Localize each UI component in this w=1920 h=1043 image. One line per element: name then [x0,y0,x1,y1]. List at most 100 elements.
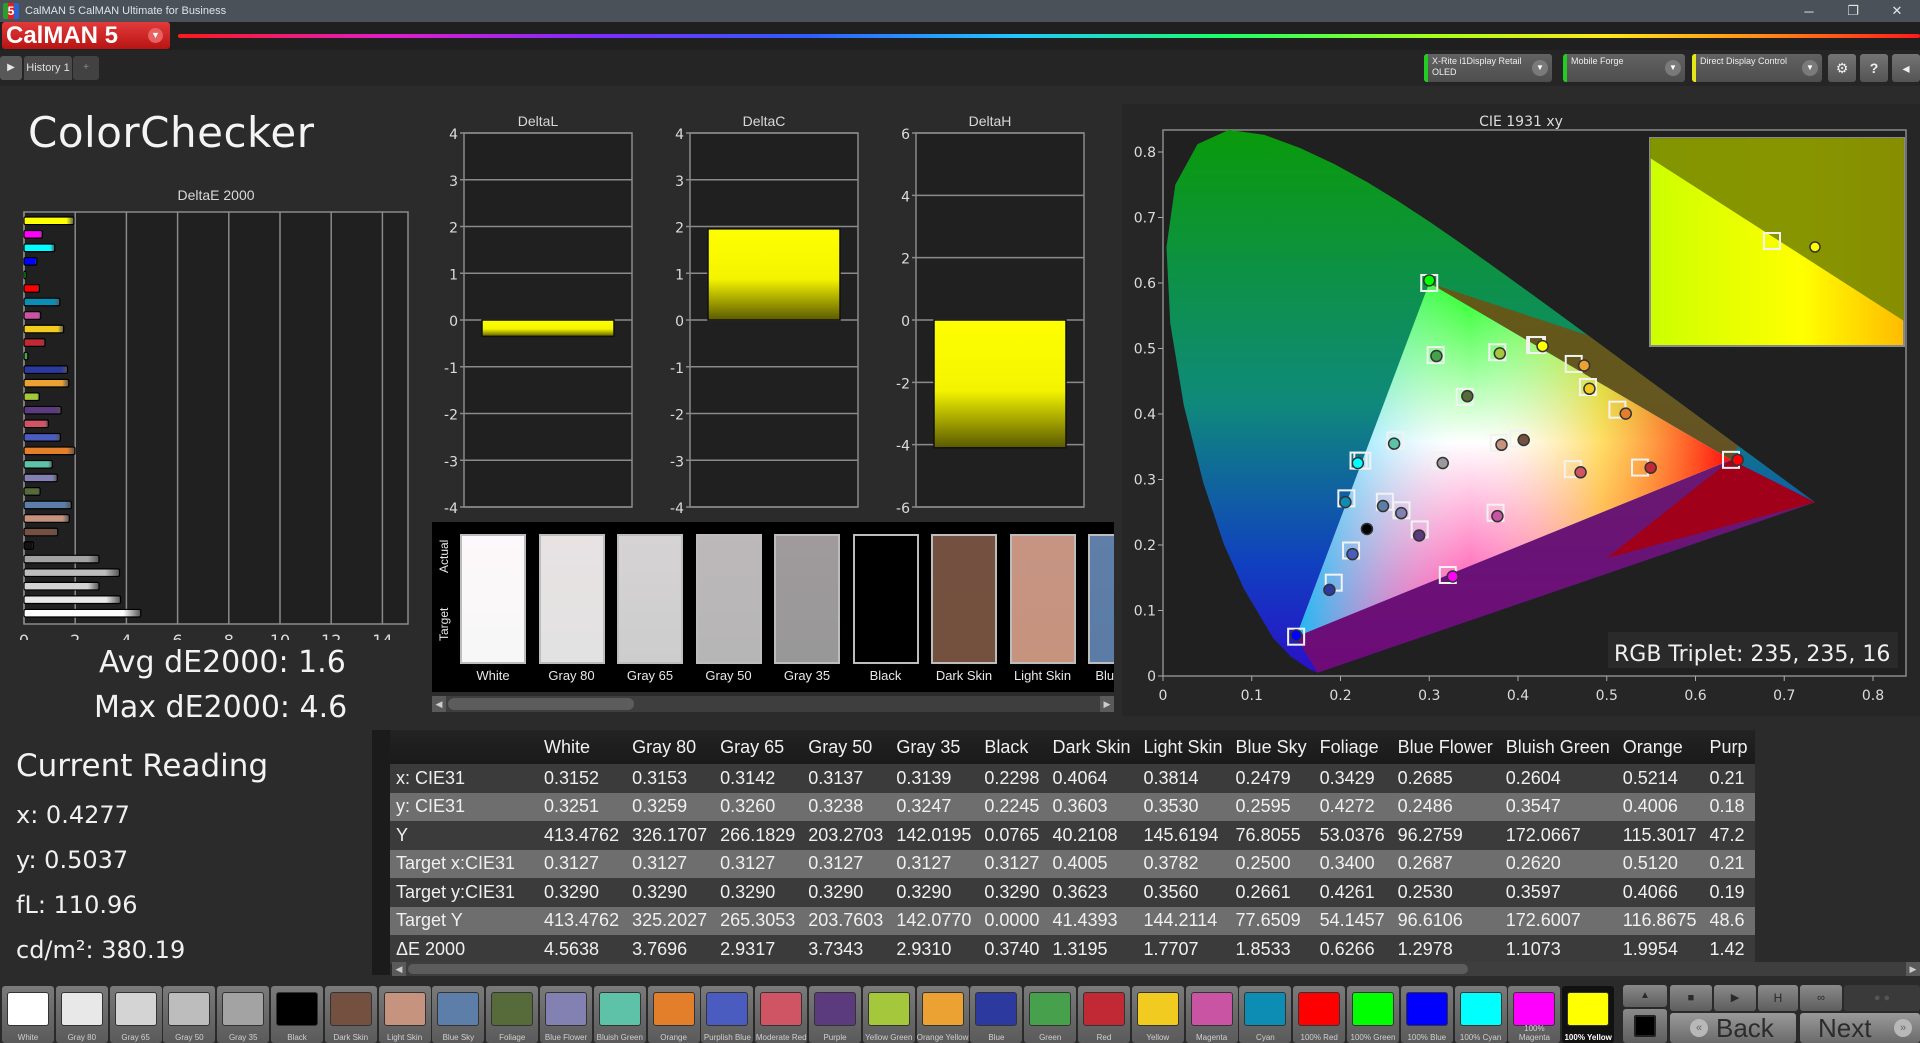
patch-gray-65[interactable]: Gray 65 [109,986,162,1043]
scroll-thumb[interactable] [448,698,634,710]
table-cell: 116.8675 [1616,906,1704,935]
patch-label: Purplish Blue [703,1033,751,1042]
swatch-scrollbar[interactable]: ◀ ▶ [432,696,1114,712]
source-selector[interactable]: Mobile Forge ▼ [1563,54,1685,82]
patch-100-red[interactable]: 100% Red [1293,986,1346,1043]
column-header[interactable]: Gray 35 [890,730,979,764]
patch-black[interactable]: Black [271,986,323,1043]
y-tick-label: 4 [449,127,458,143]
patch-blue-sky[interactable]: Blue Sky [432,986,485,1043]
column-header[interactable]: Foliage [1313,730,1392,764]
column-header[interactable]: Purp [1703,730,1755,764]
scroll-thumb[interactable] [408,964,1468,974]
patch-bluish-green[interactable]: Bluish Green [593,986,646,1043]
column-header[interactable]: Gray 65 [714,730,803,764]
bar-bluish-green [23,459,54,469]
patch-purple[interactable]: Purple [809,986,861,1043]
back-button[interactable]: « Back [1670,1013,1796,1043]
swatch-black[interactable] [852,534,919,664]
table-cell: 0.2245 [978,792,1047,821]
patch-yellow[interactable]: Yellow [1131,986,1184,1043]
patch-light-skin[interactable]: Light Skin [378,986,431,1043]
patch-100-green[interactable]: 100% Green [1347,986,1399,1043]
table-cell: 1.2978 [1391,935,1500,964]
swatch-gray-65[interactable] [617,534,683,664]
patch-red[interactable]: Red [1078,986,1130,1043]
patch-orange-yellow[interactable]: Orange Yellow [916,986,969,1043]
tab-history-1[interactable]: History 1 [24,56,72,80]
column-header[interactable]: Gray 50 [802,730,891,764]
column-header[interactable]: Light Skin [1137,730,1230,764]
table-cell: 265.3053 [714,906,803,935]
patch-label: Moderate Red [755,1033,807,1042]
y-tick-label: 0.6 [1134,276,1156,292]
row-label: Target y:CIE31 [390,878,538,907]
bar-value [933,319,1067,449]
swatch-dark-skin[interactable] [931,534,997,664]
table-cell: 0.3127 [802,849,891,878]
column-header[interactable]: Orange [1616,730,1704,764]
stop-icon[interactable]: ■ [1670,985,1712,1011]
scroll-left-icon[interactable]: ◀ [432,696,446,712]
table-cell: 0.2298 [978,764,1047,793]
swatch-white[interactable] [460,534,526,664]
column-header[interactable]: Blue Flower [1391,730,1500,764]
plus-icon[interactable]: + [73,56,99,80]
patch-100-blue[interactable]: 100% Blue [1400,986,1453,1043]
patch-cyan[interactable]: Cyan [1239,986,1292,1043]
swatch-gray-35[interactable] [774,534,840,664]
patch-gray-50[interactable]: Gray 50 [163,986,216,1043]
swatch-gray-80[interactable] [538,534,605,664]
y-tick-label: -1 [444,361,458,377]
patch-moderate-red[interactable]: Moderate Red [755,986,808,1043]
play-icon[interactable]: ▶ [0,56,22,80]
hold-icon[interactable]: H [1758,985,1798,1011]
patch-yellow-green[interactable]: Yellow Green [862,986,915,1043]
patch-white[interactable]: White [2,986,54,1043]
meter-selector[interactable]: X-Rite i1Display Retail OLED ▼ [1424,54,1552,82]
patch-gray-80[interactable]: Gray 80 [55,986,108,1043]
patch-magenta[interactable]: Magenta [1185,986,1238,1043]
patch-blue-flower[interactable]: Blue Flower [540,986,592,1043]
table-cell: 172.6007 [1499,906,1617,935]
patch-green[interactable]: Green [1024,986,1077,1043]
collapse-icon[interactable]: ◂ [1892,54,1920,82]
patch-100-cyan[interactable]: 100% Cyan [1454,986,1507,1043]
swatch-blue-sky[interactable] [1088,534,1114,664]
column-header[interactable]: White [538,730,627,764]
column-header[interactable]: Black [978,730,1047,764]
column-header[interactable]: Dark Skin [1046,730,1138,764]
gear-icon[interactable]: ⚙ [1828,54,1856,82]
swatch-gray-50[interactable] [695,534,762,664]
minimize-icon[interactable]: ─ [1786,0,1832,22]
stop-square-button[interactable] [1623,1009,1667,1043]
scroll-left-icon[interactable]: ◀ [392,962,406,976]
loop-icon[interactable]: ∞ [1800,985,1842,1011]
play-icon[interactable]: ▶ [1714,985,1756,1011]
scroll-right-icon[interactable]: ▶ [1100,696,1114,712]
next-button[interactable]: Next » [1800,1013,1920,1043]
patch-foliage[interactable]: Foliage [486,986,539,1043]
patch-label: 100% Cyan [1459,1033,1502,1042]
close-icon[interactable]: ✕ [1874,0,1920,22]
patch-orange[interactable]: Orange [647,986,700,1043]
patch-100-magenta[interactable]: 100% Magenta [1508,986,1561,1043]
eject-icon[interactable]: ▲ [1623,985,1667,1007]
column-header[interactable]: Gray 80 [626,730,715,764]
patch-purplish-blue[interactable]: Purplish Blue [701,986,754,1043]
patch-100-yellow[interactable]: 100% Yellow [1562,986,1615,1043]
patch-blue[interactable]: Blue [970,986,1023,1043]
column-header[interactable]: Blue Sky [1229,730,1314,764]
display-selector[interactable]: Direct Display Control ▼ [1692,54,1822,82]
swatch-light-skin[interactable] [1009,534,1076,664]
help-icon[interactable]: ? [1860,54,1888,82]
column-header[interactable]: Bluish Green [1499,730,1617,764]
patch-dark-skin[interactable]: Dark Skin [324,986,377,1043]
table-cell: 0.3127 [626,849,715,878]
patch-label: Magenta [1196,1033,1228,1042]
scroll-right-icon[interactable]: ▶ [1906,962,1920,976]
calman-menu-button[interactable]: CalMAN 5 ▼ [2,22,170,49]
patch-gray-35[interactable]: Gray 35 [217,986,270,1043]
table-scrollbar[interactable]: ◀ ▶ [392,962,1920,976]
restore-icon[interactable]: ❐ [1830,0,1876,22]
